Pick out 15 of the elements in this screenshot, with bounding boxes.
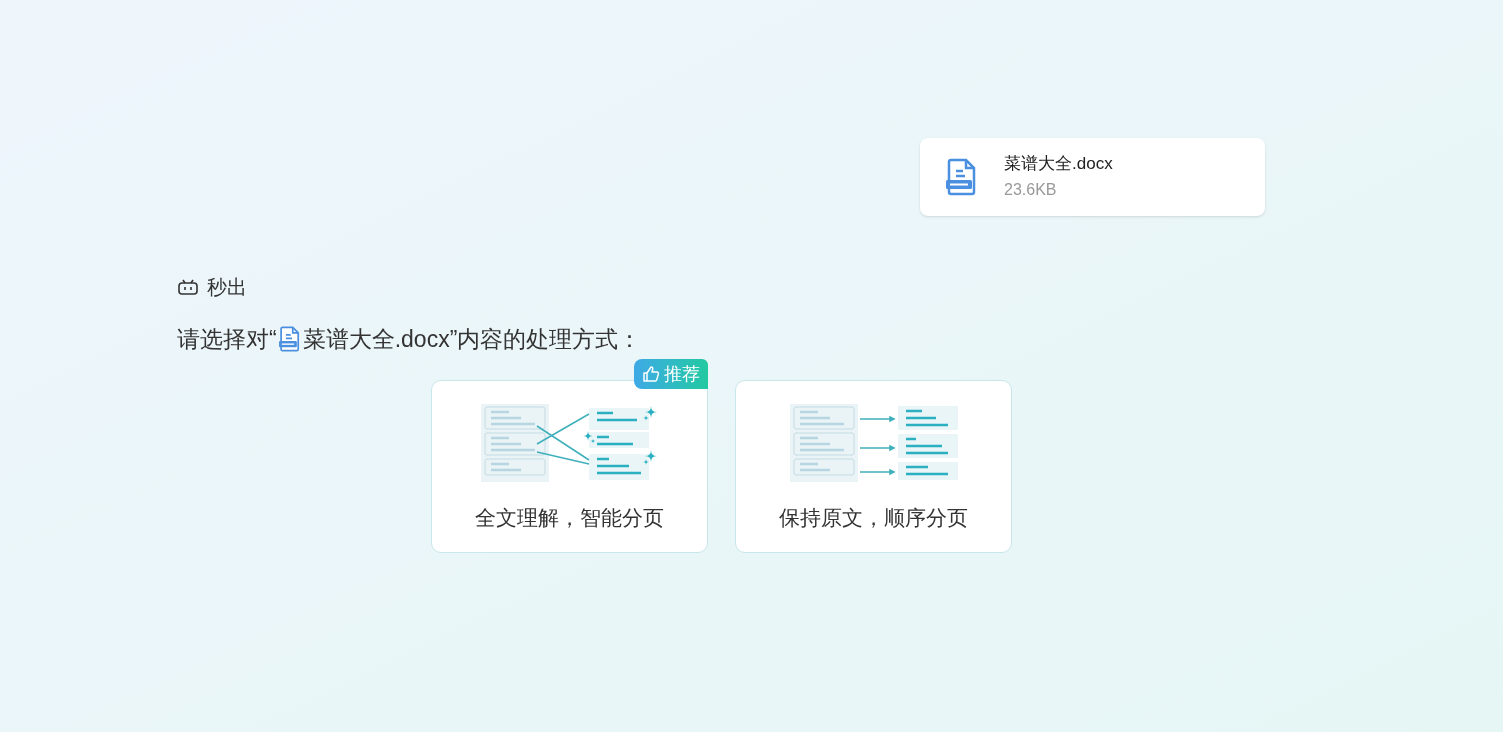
file-size: 23.6KB [1004, 180, 1058, 200]
robot-icon [177, 278, 199, 296]
word-file-icon [278, 326, 301, 353]
file-name: 菜谱大全.docx [1004, 153, 1113, 175]
option-card[interactable]: 保持原文，顺序分页 [735, 380, 1012, 553]
status-label: 秒出 [207, 275, 247, 300]
prompt-text: 请选择对“ [177, 325, 277, 354]
word-file-icon [946, 158, 978, 196]
file-card[interactable]: 菜谱大全.docx 23.6KB [920, 138, 1265, 216]
option-label: 保持原文，顺序分页 [779, 505, 968, 531]
file-name: 菜谱大全.docx [302, 325, 450, 354]
thumbs-up-icon [642, 365, 660, 383]
option-label: 全文理解，智能分页 [475, 505, 664, 531]
recommend-badge: 推荐 [634, 359, 708, 389]
prompt-text: ”内容的处理方式： [449, 325, 642, 354]
